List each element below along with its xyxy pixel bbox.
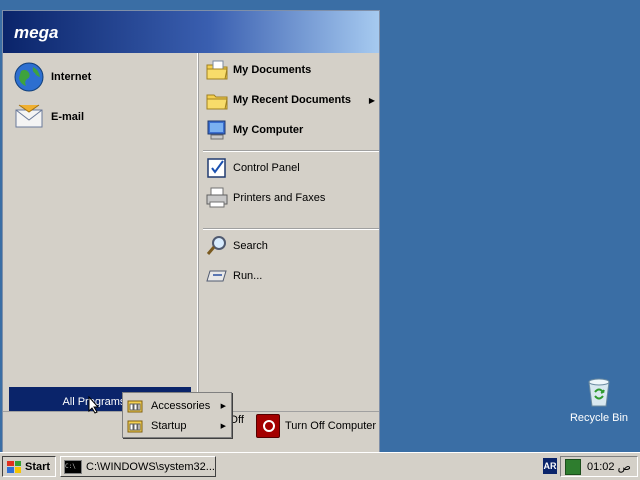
menu-separator [203, 228, 379, 230]
menu-item-my-documents[interactable]: My Documents [205, 57, 377, 83]
start-menu-header: mega [3, 11, 379, 53]
arrow-right-icon: ▶ [220, 403, 226, 410]
arrow-right-icon: ▶ [220, 423, 226, 430]
menu-item-control-panel[interactable]: Control Panel [205, 155, 377, 181]
program-group-icon [127, 399, 143, 413]
recycle-bin[interactable]: Recycle Bin [566, 376, 632, 424]
menu-separator [203, 150, 379, 152]
start-menu-right-pane: My Documents My Recent Documents ▶ My Co… [199, 53, 379, 411]
language-indicator[interactable]: AR [543, 458, 557, 474]
start-button[interactable]: Start [2, 456, 56, 477]
menu-item-label: Printers and Faxes [233, 192, 326, 204]
taskbar-window-label: C:\WINDOWS\system32... [86, 460, 215, 473]
menu-item-label: Control Panel [233, 162, 300, 174]
pinned-item-label: E-mail [51, 111, 85, 123]
taskbar: Start C:\ C:\WINDOWS\system32... AR 01:0… [0, 452, 640, 480]
taskbar-window-button[interactable]: C:\ C:\WINDOWS\system32... [60, 456, 216, 477]
pinned-item-email[interactable]: E-mail [13, 101, 84, 133]
internet-globe-icon [13, 61, 45, 93]
menu-item-run[interactable]: Run... [205, 263, 377, 289]
menu-item-printers-faxes[interactable]: Printers and Faxes [205, 185, 377, 211]
pinned-item-internet[interactable]: Internet [13, 61, 91, 93]
printer-icon [205, 186, 229, 210]
start-label: Start [25, 460, 51, 473]
menu-item-label: My Recent Documents [233, 94, 351, 106]
power-icon [256, 414, 280, 438]
menu-item-label: Search [233, 240, 268, 252]
turn-off-button[interactable]: Turn Off Computer [256, 414, 376, 438]
my-computer-icon [205, 118, 229, 142]
submenu-item-startup[interactable]: Startup ▶ [127, 416, 229, 436]
my-documents-folder-icon [205, 58, 229, 82]
recycle-bin-label: Recycle Bin [569, 412, 629, 424]
start-menu-left-pane: Internet E-mail All Programs ▶ [3, 53, 198, 417]
menu-item-search[interactable]: Search [205, 233, 377, 259]
recycle-bin-icon [584, 376, 614, 408]
mouse-cursor-icon [88, 395, 100, 417]
control-panel-icon [205, 156, 229, 180]
pinned-item-label: Internet [51, 71, 92, 83]
submenu-item-label: Accessories [151, 400, 211, 412]
all-programs-submenu: Accessories ▶ Startup ▶ [122, 392, 232, 438]
run-icon [205, 264, 229, 288]
submenu-item-label: Startup [151, 420, 187, 432]
email-icon [13, 101, 45, 133]
system-tray: 01:02 ص [560, 456, 638, 477]
menu-item-label: My Documents [233, 64, 312, 76]
menu-item-my-computer[interactable]: My Computer [205, 117, 377, 143]
menu-item-label: My Computer [233, 124, 304, 136]
menu-item-label: Run... [233, 270, 263, 282]
start-menu: mega Internet E-mail All Programs My Doc… [2, 10, 380, 452]
windows-flag-icon [7, 460, 21, 473]
submenu-item-accessories[interactable]: Accessories ▶ [127, 396, 229, 416]
turn-off-label: Turn Off Computer [285, 420, 377, 432]
recent-documents-folder-icon [205, 88, 229, 112]
network-icon[interactable] [565, 458, 581, 475]
search-icon [205, 234, 229, 258]
program-group-icon [127, 419, 143, 433]
menu-item-recent-documents[interactable]: My Recent Documents ▶ [205, 87, 377, 113]
command-prompt-icon: C:\ [64, 459, 82, 474]
arrow-right-icon: ▶ [368, 95, 375, 105]
clock[interactable]: 01:02 ص [587, 460, 631, 473]
user-name: mega [14, 23, 59, 42]
